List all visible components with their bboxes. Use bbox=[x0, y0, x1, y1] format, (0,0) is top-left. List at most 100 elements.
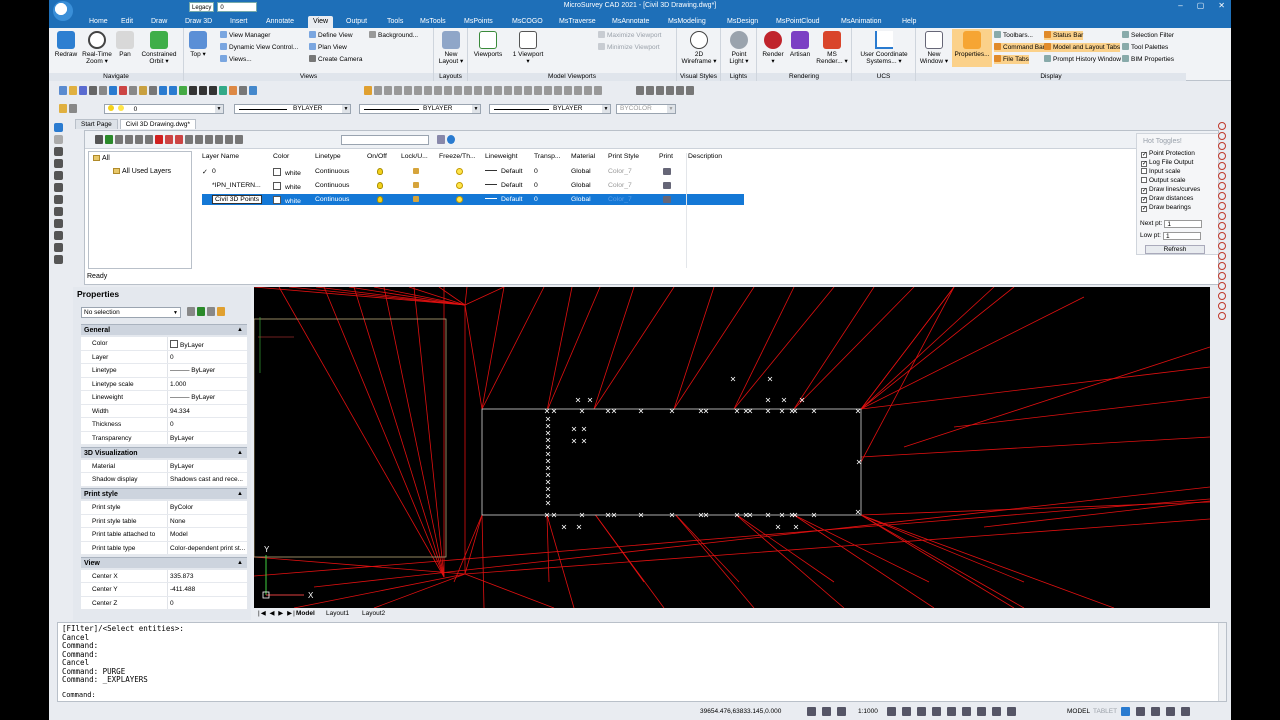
draw-line-icon[interactable] bbox=[1217, 122, 1226, 130]
snap-clear-icon[interactable] bbox=[494, 86, 502, 95]
layout-nav-arrows-icon[interactable]: |◀ ◀ ▶ ▶| bbox=[258, 609, 296, 619]
snap-quadrant-icon[interactable] bbox=[404, 86, 412, 95]
pan-strip-icon[interactable] bbox=[53, 135, 63, 144]
status-bar-toggle[interactable]: Status Bar bbox=[1044, 31, 1084, 40]
table-row[interactable]: ✓ 0 white Continuous Default 0 Global Co… bbox=[202, 166, 744, 177]
viewports-button[interactable]: Viewports bbox=[472, 31, 504, 58]
tab-mscogo[interactable]: MsCOGO bbox=[507, 16, 548, 28]
col-header-lock[interactable]: Lock/U... bbox=[401, 153, 428, 160]
customize-icon[interactable] bbox=[1181, 707, 1190, 716]
paste-layer-icon[interactable] bbox=[135, 135, 143, 144]
modify-explode-icon[interactable] bbox=[1217, 312, 1226, 320]
paste-icon[interactable] bbox=[139, 86, 147, 95]
tab-draw-3d[interactable]: Draw 3D bbox=[180, 16, 217, 28]
tab-civil-3d-drawing[interactable]: Civil 3D Drawing.dwg* bbox=[119, 119, 197, 129]
modify-fillet-icon[interactable] bbox=[1217, 302, 1226, 310]
polar-toggle-icon[interactable] bbox=[902, 707, 911, 716]
table-row-selected[interactable]: Civil 3D Points white Continuous Default… bbox=[202, 194, 744, 205]
snap-extension-icon[interactable] bbox=[484, 86, 492, 95]
tab-annotate[interactable]: Annotate bbox=[261, 16, 299, 28]
tab-draw[interactable]: Draw bbox=[146, 16, 172, 28]
pan-button[interactable]: Pan bbox=[114, 31, 136, 58]
create-camera-button[interactable]: Create Camera bbox=[309, 55, 362, 64]
point-light-button[interactable]: Point Light ▾ bbox=[724, 31, 754, 65]
snap-insertion-icon[interactable] bbox=[424, 86, 432, 95]
command-bar-toggle[interactable]: Command Bar bbox=[994, 43, 1045, 52]
pan-icon[interactable] bbox=[179, 86, 187, 95]
help-icon[interactable] bbox=[249, 86, 257, 95]
snap-intersection-icon[interactable] bbox=[414, 86, 422, 95]
checkbox-checked-icon[interactable]: ✓ bbox=[1141, 197, 1147, 203]
snap-last-icon[interactable] bbox=[594, 86, 602, 95]
undo-icon[interactable] bbox=[159, 86, 167, 95]
tab-output[interactable]: Output bbox=[341, 16, 372, 28]
draw-text-icon[interactable] bbox=[1217, 212, 1226, 220]
toolbars-button[interactable]: Toolbars... bbox=[994, 31, 1033, 40]
prop-row-transparency[interactable]: Transparency ByLayer bbox=[81, 431, 247, 445]
walk-icon[interactable] bbox=[225, 135, 233, 144]
dynamic-input-icon[interactable] bbox=[977, 707, 986, 716]
prop-row-width[interactable]: Width 94.334 bbox=[81, 404, 247, 418]
minimize-icon[interactable]: – bbox=[1178, 1, 1182, 10]
toggle-log-file-output[interactable]: ✓ Log File Output bbox=[1141, 159, 1193, 167]
toggle-input-scale[interactable]: Input scale bbox=[1141, 168, 1180, 175]
zoom-strip-icon[interactable] bbox=[53, 147, 63, 156]
prop-row-center-z[interactable]: Center Z0 bbox=[81, 596, 247, 610]
command-scrollbar[interactable] bbox=[1218, 623, 1226, 701]
redraw-button[interactable]: Redraw bbox=[52, 31, 80, 58]
modify-scale-icon[interactable] bbox=[1217, 252, 1226, 260]
file-tabs-toggle[interactable]: File Tabs bbox=[994, 55, 1029, 64]
snap-node-icon[interactable] bbox=[394, 86, 402, 95]
draw-ellipse-icon[interactable] bbox=[1217, 172, 1226, 180]
named-views-icon[interactable] bbox=[219, 86, 227, 95]
snap-apparent-icon[interactable] bbox=[464, 86, 472, 95]
zoom-extents-strip-icon[interactable] bbox=[53, 243, 63, 252]
one-viewport-button[interactable]: 1 Viewport ▾ bbox=[512, 31, 544, 65]
snap-perpendicular-icon[interactable] bbox=[434, 86, 442, 95]
zoom-prev-icon[interactable] bbox=[209, 86, 217, 95]
col-header-print-style[interactable]: Print Style bbox=[608, 153, 639, 160]
tablet-toggle[interactable]: TABLET bbox=[1093, 708, 1117, 715]
prop-row-print-table-attached-to[interactable]: Print table attached to Model bbox=[81, 528, 247, 542]
lineweight-dropdown[interactable]: BYLAYER ▼ bbox=[489, 104, 611, 114]
prop-row-print-table-type[interactable]: Print table type Color-dependent print st… bbox=[81, 541, 247, 555]
new-layout-button[interactable]: New Layout ▾ bbox=[437, 31, 465, 65]
zoom-out-strip-icon[interactable] bbox=[53, 219, 63, 228]
toggle-draw-distances[interactable]: ✓ Draw distances bbox=[1141, 195, 1193, 203]
maximize-viewport-button[interactable]: Maximize Viewport bbox=[598, 31, 661, 40]
workspace-icon[interactable] bbox=[1136, 707, 1145, 716]
draw-polyline-icon[interactable] bbox=[1217, 132, 1226, 140]
section-3d-visualization[interactable]: 3D Visualization ▲ bbox=[81, 446, 247, 458]
copy-layer-icon[interactable] bbox=[125, 135, 133, 144]
app-logo-icon[interactable] bbox=[53, 1, 73, 21]
tab-edit[interactable]: Edit bbox=[116, 16, 138, 28]
plan-view-button[interactable]: Plan View bbox=[309, 43, 347, 52]
zoom-dynamic-strip-icon[interactable] bbox=[53, 171, 63, 180]
zoom-center-strip-icon[interactable] bbox=[53, 195, 63, 204]
snap-tangent-icon[interactable] bbox=[444, 86, 452, 95]
prop-row-color[interactable]: Color ByLayer bbox=[81, 337, 247, 351]
quick-select-icon[interactable] bbox=[207, 307, 215, 316]
modify-move-icon[interactable] bbox=[1217, 222, 1226, 230]
tab-mstools[interactable]: MsTools bbox=[415, 16, 451, 28]
filter-new-icon[interactable] bbox=[195, 135, 203, 144]
model-layout-tabs-toggle[interactable]: Model and Layout Tabs bbox=[1044, 43, 1121, 52]
modify-trim-icon[interactable] bbox=[1217, 262, 1226, 270]
prop-row-center-x[interactable]: Center X 335.873 bbox=[81, 569, 247, 583]
layer-props-icon[interactable] bbox=[145, 135, 153, 144]
draw-spline-icon[interactable] bbox=[1217, 182, 1226, 190]
view-details-icon[interactable] bbox=[437, 135, 445, 144]
tree-node-all-used-layers[interactable]: All Used Layers bbox=[113, 168, 171, 175]
layer-search-input[interactable] bbox=[341, 135, 429, 145]
purge-all-icon[interactable] bbox=[175, 135, 183, 144]
snap-all-icon[interactable] bbox=[564, 86, 572, 95]
modify-rotate-icon[interactable] bbox=[1217, 242, 1226, 250]
zoom-scale-icon[interactable] bbox=[676, 86, 684, 95]
col-header-freeze[interactable]: Freeze/Th... bbox=[439, 153, 476, 160]
prop-row-print-style[interactable]: Print style ByColor bbox=[81, 501, 247, 515]
tab-view[interactable]: View bbox=[308, 16, 334, 28]
snap-nearest-icon[interactable] bbox=[454, 86, 462, 95]
tmode-toggle-icon[interactable] bbox=[962, 707, 971, 716]
linetype-dropdown[interactable]: BYLAYER ▼ bbox=[359, 104, 481, 114]
tab-msdesign[interactable]: MsDesign bbox=[722, 16, 763, 28]
